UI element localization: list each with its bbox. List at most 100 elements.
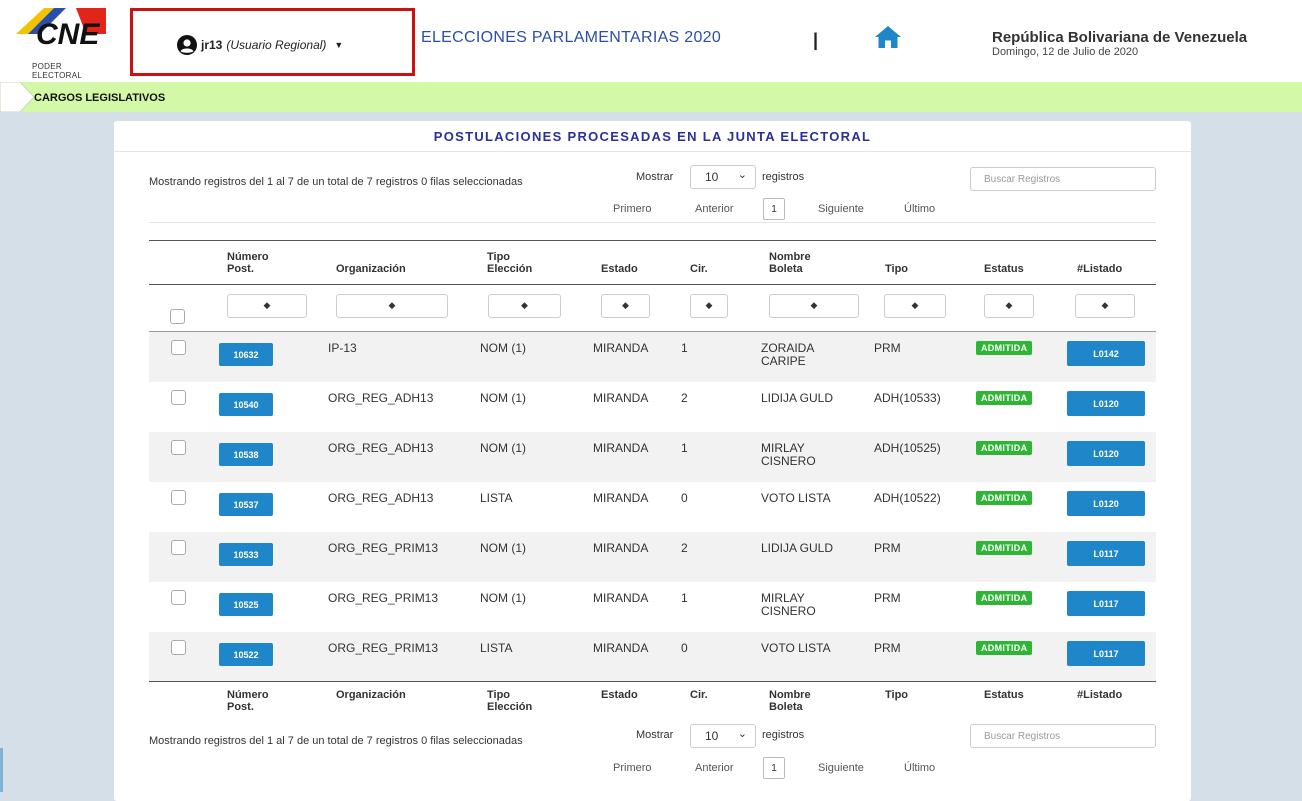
cell-cir: 0 (681, 641, 688, 655)
numero-button[interactable]: 10533 (219, 543, 273, 566)
divider (114, 151, 1191, 152)
sort-icon: ◆ (810, 300, 818, 310)
row-checkbox[interactable] (171, 640, 186, 655)
sort-icon: ◆ (705, 300, 713, 310)
filter-estado[interactable]: ◆ (601, 294, 650, 318)
status-badge: ADMITIDA (976, 541, 1033, 555)
chevron-down-icon: ⌄ (737, 169, 747, 181)
breadcrumb: CARGOS LEGISLATIVOS (0, 82, 1302, 112)
filter-estatus[interactable]: ◆ (984, 294, 1034, 318)
status-badge: ADMITIDA (976, 391, 1033, 405)
side-strip (0, 748, 3, 792)
cell-organizacion: ORG_REG_PRIM13 (328, 591, 439, 605)
filter-nombre-boleta[interactable]: ◆ (769, 294, 859, 318)
listado-button[interactable]: L0142 (1067, 341, 1145, 366)
sort-icon: ◆ (1005, 300, 1013, 310)
col-header-organizacion[interactable]: Organización (336, 263, 406, 275)
filter-listado[interactable]: ◆ (1075, 294, 1135, 318)
pager-next[interactable]: Siguiente (818, 203, 864, 215)
filter-tipo-eleccion[interactable]: ◆ (488, 294, 561, 318)
col-header-listado[interactable]: #Listado (1077, 263, 1122, 275)
row-checkbox[interactable] (171, 540, 186, 555)
row-checkbox[interactable] (171, 390, 186, 405)
cell-cir: 2 (681, 391, 688, 405)
user-name: jr13 (201, 38, 223, 52)
col-header-tipo[interactable]: Tipo (885, 263, 908, 275)
cell-tipo: PRM (874, 591, 901, 605)
user-menu[interactable]: jr13 (Usuario Regional) ▼ (130, 8, 415, 76)
table-row[interactable]: 10540 ORG_REG_ADH13 NOM (1) MIRANDA 2 LI… (149, 382, 1156, 432)
select-all-checkbox[interactable] (170, 309, 185, 324)
home-icon[interactable] (874, 25, 902, 49)
filter-numero[interactable]: ◆ (227, 294, 307, 318)
cell-organizacion: ORG_REG_ADH13 (328, 441, 434, 455)
cell-tipo-eleccion: LISTA (480, 641, 513, 655)
table-top-border (149, 240, 1156, 241)
listado-button[interactable]: L0120 (1067, 441, 1145, 466)
footer-header-listado: #Listado (1077, 689, 1123, 701)
filter-tipo[interactable]: ◆ (884, 294, 946, 318)
row-checkbox[interactable] (171, 490, 186, 505)
table-row[interactable]: 10537 ORG_REG_ADH13 LISTA MIRANDA 0 VOTO… (149, 482, 1156, 532)
pager-first[interactable]: Primero (613, 203, 652, 215)
page-length-select-bottom[interactable]: 10 ⌄ (690, 724, 756, 748)
search-input[interactable]: Buscar Registros (970, 167, 1156, 191)
table-row[interactable]: 10632 IP-13 NOM (1) MIRANDA 1 ZORAIDA CA… (149, 332, 1156, 382)
numero-button[interactable]: 10632 (219, 343, 273, 366)
listado-button[interactable]: L0120 (1067, 391, 1145, 416)
numero-button[interactable]: 10540 (219, 393, 273, 416)
listado-button[interactable]: L0117 (1067, 541, 1145, 566)
col-header-cir[interactable]: Cir. (690, 263, 708, 275)
cell-cir: 2 (681, 541, 688, 555)
pager-current-bottom[interactable]: 1 (763, 757, 785, 779)
cell-nombre-boleta: LIDIJA GULD (761, 391, 834, 405)
pager-next-bottom[interactable]: Siguiente (818, 762, 864, 774)
search-input-bottom[interactable]: Buscar Registros (970, 724, 1156, 748)
cell-tipo: ADH(10525) (874, 441, 941, 455)
header-separator: | (813, 30, 819, 50)
registros-label: registros (762, 171, 805, 183)
pager-last-bottom[interactable]: Último (904, 762, 935, 774)
breadcrumb-label[interactable]: CARGOS LEGISLATIVOS (34, 92, 165, 104)
col-header-estado[interactable]: Estado (601, 263, 638, 275)
header-bottom-border (149, 284, 1156, 285)
row-checkbox[interactable] (171, 590, 186, 605)
footer-header-organizacion: Organización (336, 689, 406, 701)
listado-button[interactable]: L0120 (1067, 491, 1145, 516)
cell-tipo-eleccion: LISTA (480, 491, 513, 505)
cell-organizacion: ORG_REG_ADH13 (328, 391, 434, 405)
listado-button[interactable]: L0117 (1067, 641, 1145, 666)
numero-button[interactable]: 10538 (219, 443, 273, 466)
col-header-tipo-eleccion[interactable]: Tipo Elección (487, 251, 557, 275)
page-length-value: 10 (705, 729, 719, 743)
table-info: Mostrando registros del 1 al 7 de un tot… (149, 176, 523, 188)
table-row[interactable]: 10533 ORG_REG_PRIM13 NOM (1) MIRANDA 2 L… (149, 532, 1156, 582)
col-header-numero[interactable]: Número Post. (227, 251, 287, 275)
numero-button[interactable]: 10525 (219, 593, 273, 616)
pager-last[interactable]: Último (904, 203, 935, 215)
pager-current[interactable]: 1 (763, 198, 785, 220)
row-checkbox[interactable] (171, 340, 186, 355)
table-row[interactable]: 10538 ORG_REG_ADH13 NOM (1) MIRANDA 1 MI… (149, 432, 1156, 482)
pager-first-bottom[interactable]: Primero (613, 762, 652, 774)
pager-prev[interactable]: Anterior (695, 203, 734, 215)
listado-button[interactable]: L0117 (1067, 591, 1145, 616)
cell-nombre-boleta: VOTO LISTA (761, 641, 831, 655)
numero-button[interactable]: 10537 (219, 493, 273, 516)
status-badge: ADMITIDA (976, 441, 1033, 455)
table-row[interactable]: 10522 ORG_REG_PRIM13 LISTA MIRANDA 0 VOT… (149, 632, 1156, 682)
filter-cir[interactable]: ◆ (690, 294, 728, 318)
page-length-select[interactable]: 10 ⌄ (690, 165, 756, 189)
col-header-nombre-boleta[interactable]: Nombre Boleta (769, 251, 829, 275)
status-badge: ADMITIDA (976, 641, 1033, 655)
numero-button[interactable]: 10522 (219, 643, 273, 666)
pager-prev-bottom[interactable]: Anterior (695, 762, 734, 774)
cell-estado: MIRANDA (593, 391, 649, 405)
filter-organizacion[interactable]: ◆ (336, 294, 448, 318)
registros-label-bottom: registros (762, 729, 805, 741)
col-header-estatus[interactable]: Estatus (984, 263, 1024, 275)
row-checkbox[interactable] (171, 440, 186, 455)
sort-icon: ◆ (911, 300, 919, 310)
sort-icon: ◆ (388, 300, 396, 310)
table-row[interactable]: 10525 ORG_REG_PRIM13 NOM (1) MIRANDA 1 M… (149, 582, 1156, 632)
